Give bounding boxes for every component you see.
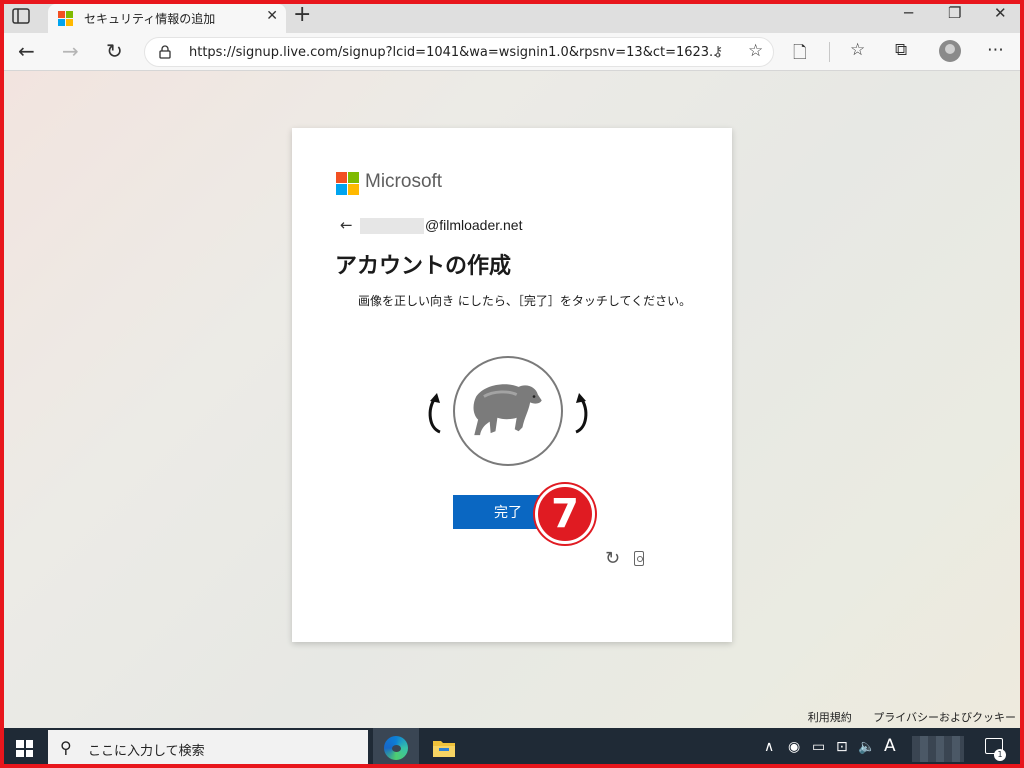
ime-indicator[interactable]: A xyxy=(884,736,896,756)
url-text[interactable]: https://signup.live.com/signup?lcid=1041… xyxy=(189,45,721,60)
taskbar: ⚲ ここに入力して検索 ∧ ◉ ▭ ⊡ 🔈 A 1 xyxy=(0,728,1024,768)
microsoft-favicon-icon xyxy=(58,11,73,26)
address-toolbar: ← → ↻ https://signup.live.com/signup?lci… xyxy=(0,33,1024,71)
restore-button[interactable]: ❐ xyxy=(948,4,961,22)
footer-links: 利用規約 プライバシーおよびクッキー xyxy=(790,709,1016,725)
rotate-left-icon[interactable] xyxy=(425,390,447,436)
bear-image-icon xyxy=(473,384,542,436)
notification-count: 1 xyxy=(994,749,1006,761)
step-number-badge: 7 xyxy=(535,484,595,544)
minimize-button[interactable]: ─ xyxy=(904,4,913,22)
audio-challenge-icon[interactable] xyxy=(634,551,644,566)
lock-icon xyxy=(159,45,171,59)
email-redacted xyxy=(360,218,424,234)
instruction-text: 画像を正しい向き にしたら、［完了］をタッチしてください。 xyxy=(358,294,692,308)
microsoft-logo-icon xyxy=(336,172,359,195)
brand-name: Microsoft xyxy=(365,171,443,192)
browser-tab[interactable]: セキュリティ情報の追加 ✕ xyxy=(48,4,286,33)
edge-icon xyxy=(384,736,408,760)
search-placeholder: ここに入力して検索 xyxy=(88,744,205,759)
tab-bar: セキュリティ情報の追加 ✕ + ─ ❐ ✕ xyxy=(0,0,1024,33)
volume-icon[interactable]: 🔈 xyxy=(858,739,875,755)
new-image-icon[interactable]: ↻ xyxy=(605,548,620,569)
toolbar-divider xyxy=(829,42,830,62)
refresh-icon[interactable]: ↻ xyxy=(106,39,123,63)
signup-card: Microsoft ← @filmloader.net アカウントの作成 画像を… xyxy=(292,128,732,642)
collections-icon[interactable]: ⧉ xyxy=(895,40,907,60)
search-icon: ⚲ xyxy=(60,738,72,757)
tab-actions-icon[interactable] xyxy=(12,8,30,24)
close-window-button[interactable]: ✕ xyxy=(994,4,1007,22)
reading-view-icon[interactable]: 🗋 xyxy=(793,40,807,69)
page-title: アカウントの作成 xyxy=(335,254,512,279)
taskbar-search[interactable]: ⚲ ここに入力して検索 xyxy=(48,730,368,766)
forward-icon[interactable]: → xyxy=(62,39,79,63)
network-icon[interactable]: ⊡ xyxy=(836,739,848,755)
privacy-link[interactable]: プライバシーおよびクッキー xyxy=(873,711,1016,724)
edge-taskbar-button[interactable] xyxy=(373,728,419,768)
new-tab-button[interactable]: + xyxy=(293,3,311,27)
clock-redacted xyxy=(912,736,964,762)
add-favorite-icon[interactable]: ☆ xyxy=(748,41,763,61)
chevron-up-icon[interactable]: ∧ xyxy=(764,739,774,755)
profile-icon[interactable] xyxy=(939,40,961,62)
favorites-icon[interactable]: ☆ xyxy=(850,40,865,60)
back-arrow-icon[interactable]: ← xyxy=(340,216,353,234)
file-explorer-icon[interactable] xyxy=(432,738,456,758)
address-bar[interactable]: https://signup.live.com/signup?lcid=1041… xyxy=(144,37,774,67)
battery-icon[interactable]: ▭ xyxy=(812,739,825,755)
key-icon[interactable]: ⚷ xyxy=(713,44,723,60)
captcha-image xyxy=(453,356,563,466)
more-icon[interactable]: ⋯ xyxy=(987,40,1004,60)
rotate-right-icon[interactable] xyxy=(569,390,591,436)
tab-title: セキュリティ情報の追加 xyxy=(84,12,216,26)
back-icon[interactable]: ← xyxy=(18,39,35,63)
tab-close-icon[interactable]: ✕ xyxy=(266,8,278,24)
terms-link[interactable]: 利用規約 xyxy=(808,711,852,724)
page-background: Microsoft ← @filmloader.net アカウントの作成 画像を… xyxy=(0,71,1024,728)
email-address: @filmloader.net xyxy=(425,217,523,233)
windows-start-icon[interactable] xyxy=(16,740,33,757)
meet-now-icon[interactable]: ◉ xyxy=(788,739,800,755)
